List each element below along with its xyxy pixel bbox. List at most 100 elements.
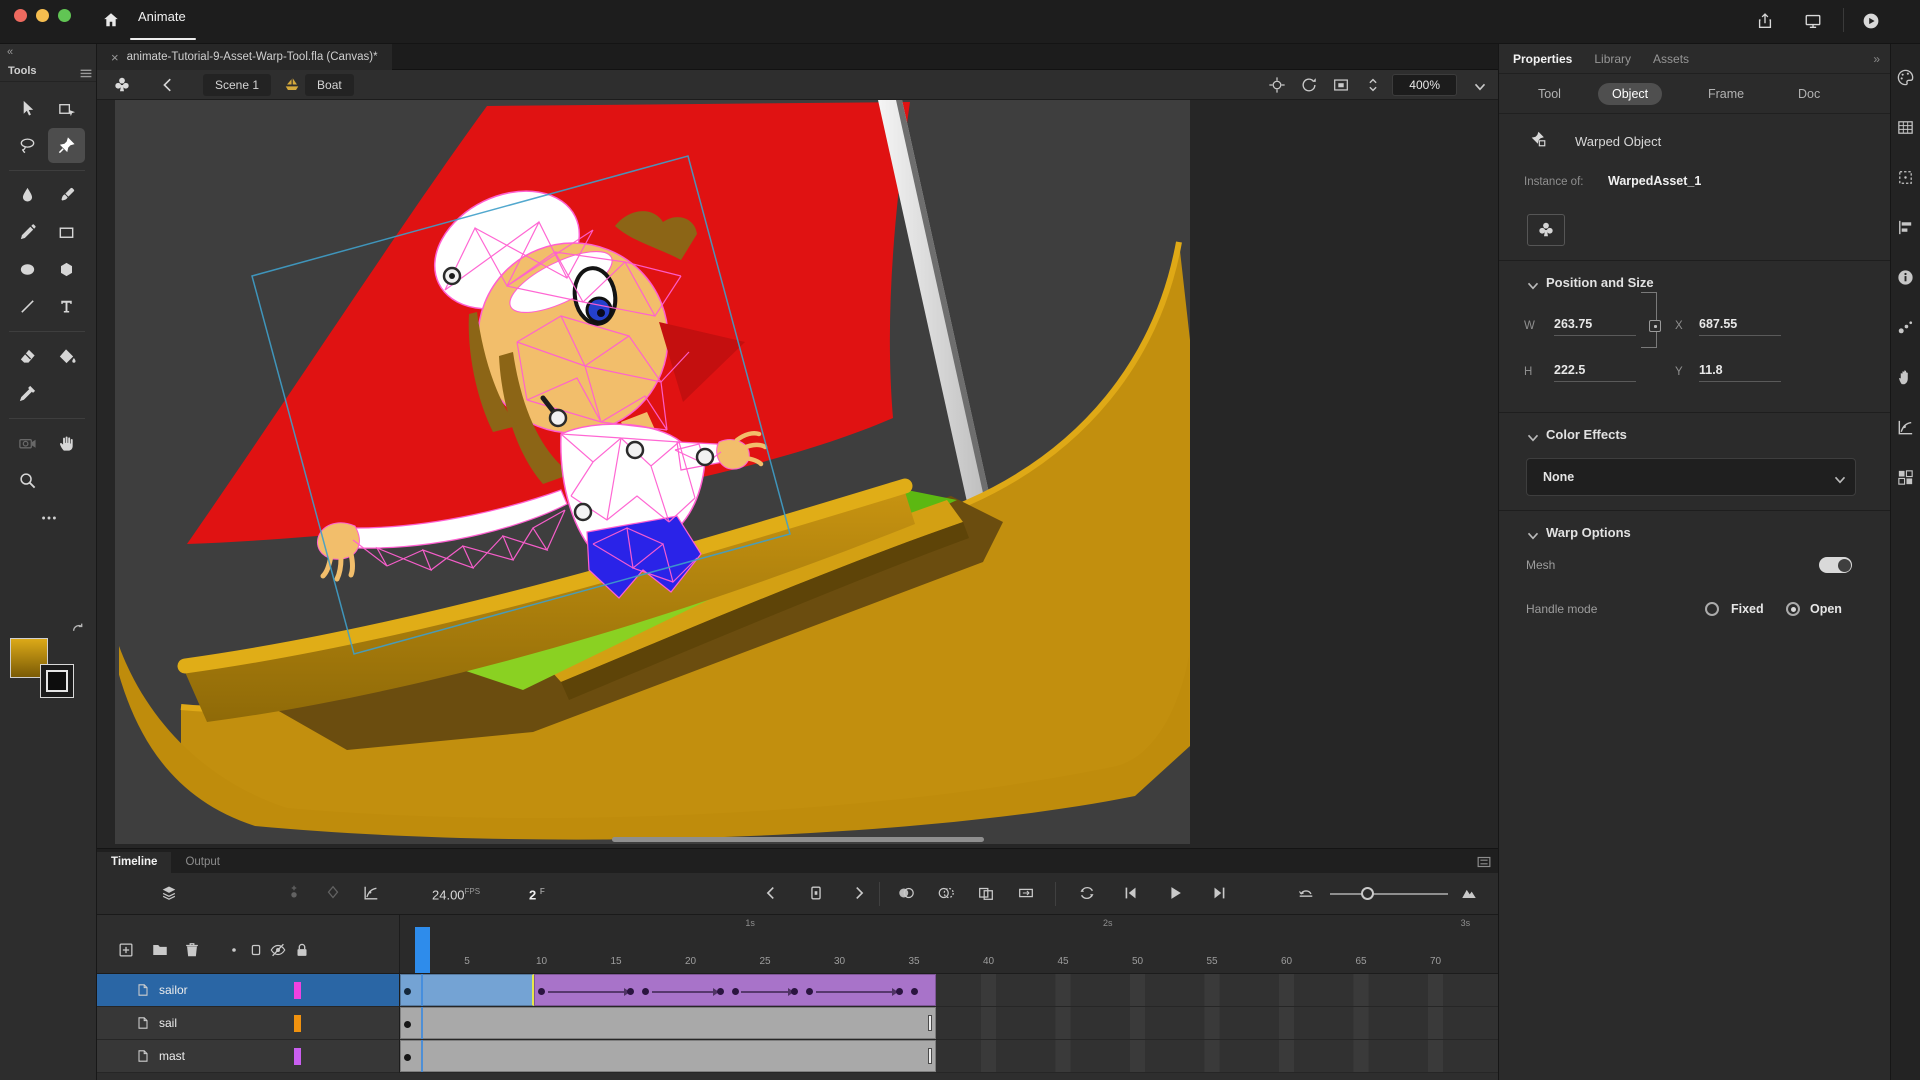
eyedropper-tool[interactable]: [9, 376, 46, 411]
subtab-tool[interactable]: Tool: [1524, 83, 1575, 105]
color-effect-dropdown[interactable]: None: [1526, 458, 1856, 496]
close-document-icon[interactable]: ×: [111, 50, 119, 65]
frame-span[interactable]: [400, 1007, 936, 1039]
subtab-doc[interactable]: Doc: [1784, 83, 1834, 105]
back-button[interactable]: [159, 76, 177, 94]
layer-view-button[interactable]: [160, 884, 180, 904]
pencil-tool[interactable]: [9, 215, 46, 250]
hand-tool[interactable]: [48, 426, 85, 461]
tab-library[interactable]: Library: [1594, 52, 1631, 66]
delete-layer-button[interactable]: [183, 941, 203, 961]
panel-overflow-icon[interactable]: »: [1873, 52, 1880, 66]
zoom-stepper[interactable]: [1364, 76, 1378, 94]
outline-column-header[interactable]: [247, 941, 267, 961]
new-layer-button[interactable]: [117, 941, 137, 961]
radio-fixed-label[interactable]: Fixed: [1731, 602, 1764, 616]
height-value[interactable]: 222.5: [1554, 363, 1636, 382]
warp-options-header[interactable]: Warp Options: [1499, 511, 1890, 540]
radio-open-label[interactable]: Open: [1810, 602, 1842, 616]
keyframe-dot[interactable]: [896, 988, 903, 995]
layer-frames-mast[interactable]: [400, 1040, 1498, 1073]
horizontal-scrollbar[interactable]: [612, 837, 984, 842]
breadcrumb-symbol[interactable]: Boat: [305, 74, 354, 96]
keyframe-dot[interactable]: [404, 988, 411, 995]
onion-skin-button[interactable]: [897, 884, 917, 904]
reset-timeline-zoom-button[interactable]: [1297, 884, 1317, 904]
resize-timeline-view-button[interactable]: [1460, 884, 1480, 904]
clip-content-button[interactable]: [1332, 76, 1350, 94]
lasso-tool[interactable]: [9, 128, 46, 163]
instance-name[interactable]: WarpedAsset_1: [1608, 174, 1701, 188]
dock-info-button[interactable]: [1896, 268, 1916, 288]
edit-multiple-frames-button[interactable]: [977, 884, 997, 904]
swap-colors-icon[interactable]: [70, 620, 85, 635]
camera-tool[interactable]: [9, 426, 46, 461]
radio-open[interactable]: [1786, 602, 1800, 616]
close-window-button[interactable]: [14, 9, 27, 22]
layer-name[interactable]: sailor: [159, 983, 188, 997]
timeline-ruler[interactable]: 1s2s3s510152025303540455055606570: [400, 915, 1498, 974]
classic-brush-tool[interactable]: [48, 178, 85, 213]
new-folder-button[interactable]: [151, 941, 171, 961]
x-value[interactable]: 687.55: [1699, 317, 1781, 336]
selection-tool[interactable]: [9, 91, 46, 126]
layer-name[interactable]: sail: [159, 1016, 177, 1030]
tab-assets[interactable]: Assets: [1653, 52, 1689, 66]
keyframe-dot[interactable]: [732, 988, 739, 995]
more-tools-button[interactable]: [9, 499, 89, 531]
app-tab-animate[interactable]: Animate: [128, 6, 196, 27]
collapse-panel-button[interactable]: «: [7, 46, 13, 58]
timeline-panel-menu-icon[interactable]: [1475, 853, 1490, 868]
warp-pin[interactable]: [550, 410, 566, 426]
layer-name[interactable]: mast: [159, 1049, 185, 1063]
loop-playback-button[interactable]: [1078, 884, 1098, 904]
layer-color-chip[interactable]: [294, 1015, 301, 1032]
warp-pin[interactable]: [697, 449, 713, 465]
color-effects-header[interactable]: Color Effects: [1499, 413, 1890, 442]
keyframe-dot[interactable]: [717, 988, 724, 995]
playhead[interactable]: [415, 927, 430, 974]
mesh-toggle[interactable]: [1819, 557, 1852, 573]
asset-warp-tool[interactable]: [48, 128, 85, 163]
lock-column-header[interactable]: [293, 941, 313, 961]
share-button[interactable]: [1752, 8, 1778, 34]
dock-swatches-button[interactable]: [1896, 118, 1916, 138]
document-tab[interactable]: × animate-Tutorial-9-Asset-Warp-Tool.fla…: [97, 44, 392, 70]
frame-rate-readout[interactable]: 24.00FPS: [432, 887, 480, 902]
eraser-tool[interactable]: [9, 339, 46, 374]
link-wh-icon[interactable]: [1649, 320, 1661, 332]
layer-name-cell-sailor[interactable]: sailor: [97, 974, 400, 1007]
zoom-level-input[interactable]: 400%: [1392, 74, 1457, 96]
onion-skin-outline-button[interactable]: [937, 884, 957, 904]
dock-snap-button[interactable]: [1896, 318, 1916, 338]
radio-fixed[interactable]: [1705, 602, 1719, 616]
keyframe-dot[interactable]: [911, 988, 918, 995]
current-frame-readout[interactable]: 2 F: [529, 887, 545, 902]
zoom-dropdown-button[interactable]: [1471, 78, 1484, 91]
layer-color-chip[interactable]: [294, 1048, 301, 1065]
dock-align-button[interactable]: [1896, 218, 1916, 238]
minimize-window-button[interactable]: [36, 9, 49, 22]
warp-pin[interactable]: [575, 504, 591, 520]
step-forward-button[interactable]: [1210, 884, 1230, 904]
stroke-color-swatch[interactable]: [40, 664, 74, 698]
frame-span-button[interactable]: [1017, 884, 1037, 904]
home-icon[interactable]: [96, 7, 126, 33]
dock-transform-panel-button[interactable]: [1896, 168, 1916, 188]
swap-asset-button[interactable]: [1527, 214, 1565, 246]
stage-canvas[interactable]: [115, 100, 1190, 844]
tab-properties[interactable]: Properties: [1513, 52, 1572, 66]
free-transform-tool[interactable]: [48, 91, 85, 126]
frame-span[interactable]: [400, 974, 534, 1006]
fluid-brush-tool[interactable]: [9, 178, 46, 213]
layer-color-chip[interactable]: [294, 982, 301, 999]
previous-keyframe-button[interactable]: [762, 884, 782, 904]
layer-frames-sailor[interactable]: [400, 974, 1498, 1007]
position-size-header[interactable]: Position and Size: [1499, 261, 1890, 290]
timeline-zoom-slider[interactable]: [1330, 893, 1448, 895]
breadcrumb-scene[interactable]: Scene 1: [203, 74, 271, 96]
keyframe-dot[interactable]: [404, 1021, 411, 1028]
workspace-button[interactable]: [1800, 8, 1826, 34]
dock-adjust-button[interactable]: [1896, 368, 1916, 388]
dock-color-button[interactable]: [1896, 68, 1916, 88]
